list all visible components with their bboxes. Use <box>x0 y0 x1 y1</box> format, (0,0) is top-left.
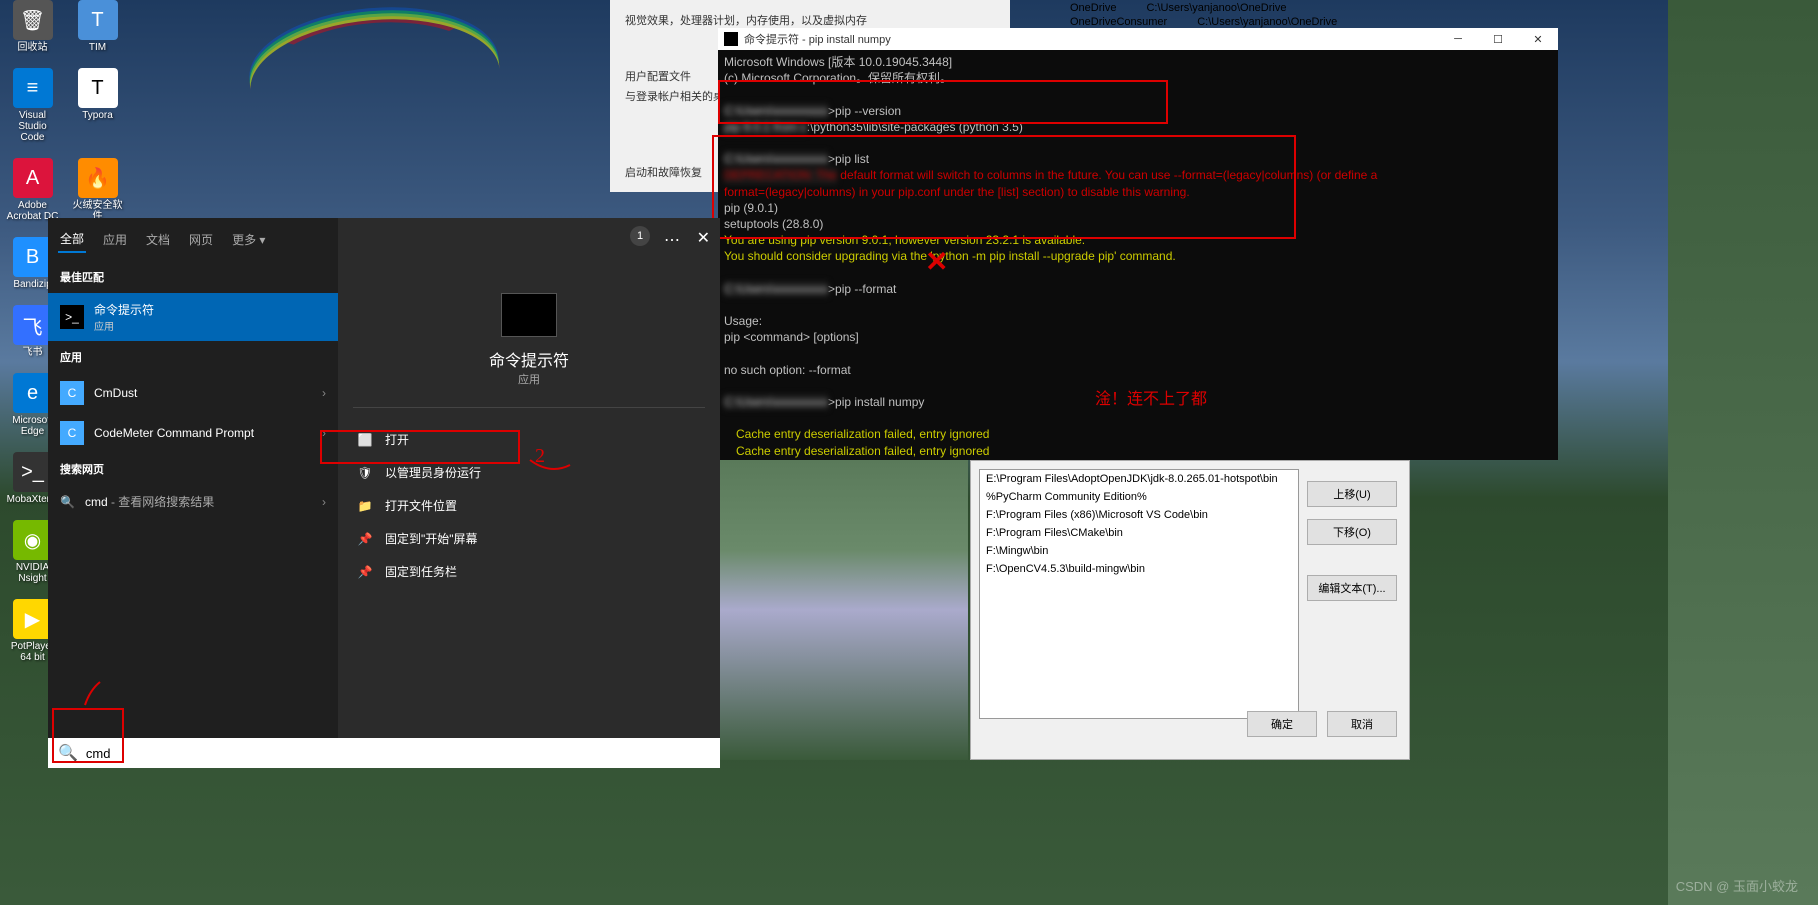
cmd-line: Usage: <box>724 313 1552 329</box>
red-box-annotation <box>52 708 124 763</box>
search-input[interactable] <box>86 746 710 761</box>
preview-sub: 应用 <box>353 371 705 387</box>
result-cmdust[interactable]: C CmDust › <box>48 373 338 413</box>
section-apps: 应用 <box>48 341 338 373</box>
env-item[interactable]: %PyCharm Community Edition% <box>980 488 1298 506</box>
more-button[interactable]: ⋯ <box>664 230 680 250</box>
pin-icon: 📌 <box>357 532 373 546</box>
minimize-button[interactable]: ─ <box>1438 28 1478 50</box>
search-icon: 🔍 <box>60 495 75 509</box>
env-item[interactable]: F:\Program Files\CMake\bin <box>980 524 1298 542</box>
desktop-icon-adobe[interactable]: AAdobe Acrobat DC <box>5 158 60 222</box>
cmd-line: >pip --format <box>828 282 896 296</box>
rainbow-decoration <box>245 9 505 150</box>
cmd-title-text: 命令提示符 - pip install numpy <box>744 31 891 47</box>
env-edit-dialog: E:\Program Files\AdoptOpenJDK\jdk-8.0.26… <box>970 460 1410 760</box>
result-sub: 应用 <box>94 318 326 333</box>
edit-text-button[interactable]: 编辑文本(T)... <box>1307 575 1397 601</box>
cancel-button[interactable]: 取消 <box>1327 711 1397 737</box>
desktop-icon-typora[interactable]: TTypora <box>70 68 125 143</box>
action-pin-taskbar[interactable]: 📌固定到任务栏 <box>353 555 705 588</box>
result-title: 命令提示符 <box>94 301 326 318</box>
cmd-line: no such option: --format <box>724 362 1552 378</box>
cmd-titlebar[interactable]: 命令提示符 - pip install numpy ─ ☐ ✕ <box>718 28 1558 50</box>
red-x-annotation: ✕ <box>925 245 948 278</box>
cmd-line: Cache entry deserialization failed, entr… <box>724 426 1552 442</box>
path-value: C:\Users\yanjanoo\OneDrive <box>1197 16 1337 28</box>
badge-count: 1 <box>630 226 650 246</box>
sysprops-text: 视觉效果，处理器计划，内存使用，以及虚拟内存 <box>625 12 995 28</box>
close-button[interactable]: ✕ <box>1518 28 1558 50</box>
redacted: C:\Users\xxxxxxxxx <box>724 394 828 410</box>
desktop-icon-huorong[interactable]: 🔥火绒安全软件 <box>70 158 125 222</box>
cmd-line: Microsoft Windows [版本 10.0.19045.3448] <box>724 54 1552 70</box>
result-title: CodeMeter Command Prompt <box>94 426 312 440</box>
chevron-right-icon: › <box>322 495 326 509</box>
env-item[interactable]: F:\Program Files (x86)\Microsoft VS Code… <box>980 506 1298 524</box>
right-edge-bg <box>1668 0 1818 905</box>
desktop-icon-vscode[interactable]: ≡Visual Studio Code <box>5 68 60 143</box>
action-location[interactable]: 📁打开文件位置 <box>353 489 705 522</box>
cmd-icon: >_ <box>60 305 84 329</box>
tab-apps[interactable]: 应用 <box>101 227 129 252</box>
search-bar[interactable]: 🔍 <box>48 738 720 768</box>
cmd-line: Cache entry deserialization failed, entr… <box>724 443 1552 459</box>
red-box-annotation <box>320 430 520 464</box>
result-title: CmDust <box>94 386 312 400</box>
search-preview-panel: 1 ⋯ ✕ 命令提示符 应用 ⬜打开 🛡以管理员身份运行 📁打开文件位置 📌固定… <box>338 218 720 766</box>
result-cmd-prompt[interactable]: >_ 命令提示符 应用 <box>48 293 338 341</box>
preview-title: 命令提示符 <box>353 347 705 371</box>
path-value: C:\Users\yanjanoo\OneDrive <box>1146 2 1286 14</box>
red-box-annotation <box>718 80 1168 124</box>
move-up-button[interactable]: 上移(U) <box>1307 481 1397 507</box>
env-item[interactable]: F:\Mingw\bin <box>980 542 1298 560</box>
red-arrow-annotation <box>80 680 120 710</box>
start-menu-search: 全部 应用 文档 网页 更多 ▾ 最佳匹配 >_ 命令提示符 应用 应用 C C… <box>48 218 720 766</box>
cmd-line: pip <command> [options] <box>724 329 1552 345</box>
section-best-match: 最佳匹配 <box>48 261 338 293</box>
path-name: OneDrive <box>1070 2 1116 14</box>
waterfall-image <box>720 460 968 760</box>
search-tabs: 全部 应用 文档 网页 更多 ▾ <box>48 218 338 261</box>
tab-more[interactable]: 更多 ▾ <box>230 227 267 252</box>
maximize-button[interactable]: ☐ <box>1478 28 1518 50</box>
folder-icon: 📁 <box>357 499 373 513</box>
env-paths-table: OneDrive C:\Users\yanjanoo\OneDrive OneDr… <box>1070 0 1337 30</box>
env-path-list[interactable]: E:\Program Files\AdoptOpenJDK\jdk-8.0.26… <box>979 469 1299 719</box>
pin-icon: 📌 <box>357 565 373 579</box>
app-icon: C <box>60 421 84 445</box>
ok-button[interactable]: 确定 <box>1247 711 1317 737</box>
section-web: 搜索网页 <box>48 453 338 485</box>
move-down-button[interactable]: 下移(O) <box>1307 519 1397 545</box>
red-annotation-text: 淦！连不上了都 <box>1095 385 1207 409</box>
tab-web[interactable]: 网页 <box>187 227 215 252</box>
close-icon[interactable]: ✕ <box>697 228 710 248</box>
result-web-search[interactable]: 🔍 cmd - 查看网络搜索结果 › <box>48 485 338 518</box>
tab-all[interactable]: 全部 <box>58 226 86 253</box>
redacted: C:\Users\xxxxxxxxx <box>724 281 828 297</box>
result-codemeter[interactable]: C CodeMeter Command Prompt › <box>48 413 338 453</box>
watermark: CSDN @ 玉面小蛟龙 <box>1676 876 1798 895</box>
app-icon: C <box>60 381 84 405</box>
tab-docs[interactable]: 文档 <box>144 227 172 252</box>
desktop-icon-recycle[interactable]: 🗑回收站 <box>5 0 60 53</box>
env-item[interactable]: E:\Program Files\AdoptOpenJDK\jdk-8.0.26… <box>980 470 1298 488</box>
path-name: OneDriveConsumer <box>1070 16 1167 28</box>
chevron-right-icon: › <box>322 386 326 400</box>
cmd-line: >pip install numpy <box>828 395 924 409</box>
action-pin-start[interactable]: 📌固定到"开始"屏幕 <box>353 522 705 555</box>
cmd-line: You should consider upgrading via the 'p… <box>724 248 1552 264</box>
red-box-annotation <box>712 135 1296 239</box>
red-curve-annotation <box>525 455 575 485</box>
admin-icon: 🛡 <box>357 466 373 480</box>
env-item[interactable]: F:\OpenCV4.5.3\build-mingw\bin <box>980 560 1298 578</box>
desktop-icon-tim[interactable]: TTIM <box>70 0 125 53</box>
cmd-icon <box>724 32 738 46</box>
preview-cmd-icon <box>501 293 557 337</box>
